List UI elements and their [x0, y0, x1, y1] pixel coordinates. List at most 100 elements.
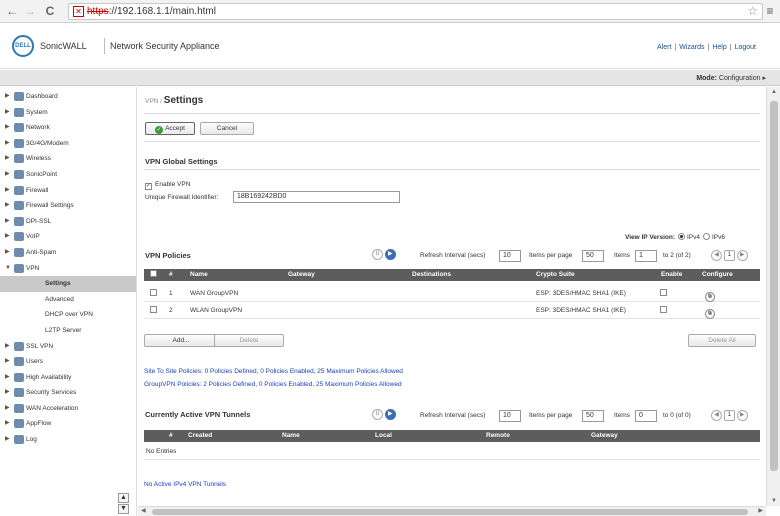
pause-icon[interactable]: II	[372, 249, 383, 260]
row-enable-checkbox[interactable]	[660, 306, 667, 313]
reload-icon[interactable]: C	[42, 3, 58, 19]
sidebar-item-network[interactable]: ▶ Network	[0, 120, 136, 136]
ipv6-radio[interactable]	[703, 233, 710, 240]
bookmark-star-icon[interactable]: ☆	[747, 4, 758, 18]
sidebar-subitem-settings[interactable]: Settings	[0, 276, 136, 292]
enable-vpn-checkbox[interactable]: ✓	[145, 183, 152, 190]
sidebar-item-wan-acceleration[interactable]: ▶ WAN Acceleration	[0, 401, 136, 417]
tunnels-items-input[interactable]: 0	[635, 410, 657, 422]
sidebar-subitem-advanced[interactable]: Advanced	[0, 292, 136, 308]
cancel-button[interactable]: Cancel	[200, 122, 254, 135]
page-number[interactable]: 1	[723, 410, 735, 421]
sidebar-item-system[interactable]: ▶ System	[0, 105, 136, 121]
mode-toggle[interactable]: Mode: Configuration ▸	[696, 74, 766, 82]
expand-arrow-icon[interactable]: ▶	[5, 370, 10, 385]
expand-arrow-icon[interactable]: ▶	[5, 401, 10, 416]
col-local[interactable]: Local	[375, 432, 392, 439]
collapse-arrow-icon[interactable]: ▼	[5, 261, 11, 276]
wizards-link[interactable]: Wizards	[679, 44, 704, 51]
sidebar-item-sonicpoint[interactable]: ▶ SonicPoint	[0, 167, 136, 183]
expand-arrow-icon[interactable]: ▶	[5, 120, 10, 135]
expand-arrow-icon[interactable]: ▶	[5, 416, 10, 431]
sidebar-item-voip[interactable]: ▶ VoIP	[0, 229, 136, 245]
col-destinations[interactable]: Destinations	[412, 271, 451, 278]
scroll-right-icon[interactable]: ▶	[758, 507, 763, 514]
sidebar-item-vpn[interactable]: ▼ VPN	[0, 261, 136, 277]
prev-page-icon[interactable]: ◀	[711, 410, 722, 421]
expand-arrow-icon[interactable]: ▶	[5, 151, 10, 166]
scroll-up-icon[interactable]: ▲	[118, 493, 129, 503]
col-gateway[interactable]: Gateway	[288, 271, 315, 278]
sidebar-item-wireless[interactable]: ▶ Wireless	[0, 151, 136, 167]
pause-icon[interactable]: II	[372, 409, 383, 420]
sidebar-item-appflow[interactable]: ▶ AppFlow	[0, 416, 136, 432]
page-number[interactable]: 1	[723, 250, 735, 261]
scroll-down-icon[interactable]: ▼	[771, 498, 777, 504]
back-icon[interactable]: ←	[4, 3, 20, 19]
delete-button[interactable]: Delete	[214, 334, 284, 347]
sidebar-item-firewall-settings[interactable]: ▶ Firewall Settings	[0, 198, 136, 214]
scroll-down-icon[interactable]: ▼	[118, 504, 129, 514]
export-icon[interactable]: ⇩	[705, 292, 715, 302]
expand-arrow-icon[interactable]: ▶	[5, 89, 10, 104]
sidebar-item-high-availability[interactable]: ▶ High Availability	[0, 370, 136, 386]
sidebar-item-dpi-ssl[interactable]: ▶ DPI-SSL	[0, 214, 136, 230]
row-enable-checkbox[interactable]	[660, 289, 667, 296]
sidebar-item-modem[interactable]: ▶ 3G/4G/Modem	[0, 136, 136, 152]
export-icon[interactable]: ⇩	[705, 309, 715, 319]
col-crypto-suite[interactable]: Crypto Suite	[536, 271, 575, 278]
add-button[interactable]: Add...	[144, 334, 218, 347]
row-select-checkbox[interactable]	[150, 289, 157, 296]
refresh-interval-input[interactable]: 10	[499, 250, 521, 262]
ipv4-radio[interactable]	[677, 233, 685, 240]
sidebar-subitem-l2tp-server[interactable]: L2TP Server	[0, 323, 136, 339]
items-start-input[interactable]: 1	[635, 250, 657, 262]
sidebar-item-users[interactable]: ▶ Users	[0, 354, 136, 370]
uid-input[interactable]: 18B169242BD0	[233, 191, 400, 203]
play-icon[interactable]: ▶	[384, 409, 396, 420]
sidebar-item-firewall[interactable]: ▶ Firewall	[0, 183, 136, 199]
scroll-up-icon[interactable]: ▲	[771, 89, 777, 95]
scroll-thumb[interactable]	[770, 101, 778, 471]
address-bar[interactable]: ✕ https://192.168.1.1/main.html ☆	[68, 3, 763, 20]
row-select-checkbox[interactable]	[150, 306, 157, 313]
col-name[interactable]: Name	[282, 432, 300, 439]
url-text[interactable]: https://192.168.1.1/main.html	[87, 6, 216, 17]
expand-arrow-icon[interactable]: ▶	[5, 229, 10, 244]
sidebar-item-log[interactable]: ▶ Log	[0, 432, 136, 448]
next-page-icon[interactable]: ▶	[736, 250, 748, 261]
delete-all-button[interactable]: Delete All	[688, 334, 756, 347]
tunnels-refresh-input[interactable]: 10	[499, 410, 521, 422]
expand-arrow-icon[interactable]: ▶	[5, 136, 10, 151]
sidebar-item-ssl-vpn[interactable]: ▶ SSL VPN	[0, 339, 136, 355]
sidebar-item-anti-spam[interactable]: ▶ Anti-Spam	[0, 245, 136, 261]
expand-arrow-icon[interactable]: ▶	[5, 183, 10, 198]
expand-arrow-icon[interactable]: ▶	[5, 354, 10, 369]
accept-button[interactable]: ✓ Accept	[145, 122, 195, 135]
expand-arrow-icon[interactable]: ▶	[5, 167, 10, 182]
alert-link[interactable]: Alert	[657, 44, 671, 51]
expand-arrow-icon[interactable]: ▶	[5, 105, 10, 120]
items-per-page-input[interactable]: 50	[582, 250, 604, 262]
tunnels-ipp-input[interactable]: 50	[582, 410, 604, 422]
col-name[interactable]: Name	[190, 271, 208, 278]
main-horizontal-scrollbar[interactable]: ◀ ▶	[138, 506, 766, 516]
expand-arrow-icon[interactable]: ▶	[5, 214, 10, 229]
sidebar-item-dashboard[interactable]: ▶ Dashboard	[0, 89, 136, 105]
expand-arrow-icon[interactable]: ▶	[5, 432, 10, 447]
expand-arrow-icon[interactable]: ▶	[5, 339, 10, 354]
sidebar-subitem-dhcp-over-vpn[interactable]: DHCP over VPN	[0, 307, 136, 323]
insecure-lock-icon[interactable]: ✕	[73, 6, 84, 17]
scroll-thumb[interactable]	[152, 509, 748, 515]
expand-arrow-icon[interactable]: ▶	[5, 245, 10, 260]
browser-menu-icon[interactable]: ≡	[763, 3, 777, 19]
expand-arrow-icon[interactable]: ▶	[5, 385, 10, 400]
scroll-left-icon[interactable]: ◀	[141, 507, 146, 514]
next-page-icon[interactable]: ▶	[736, 410, 748, 421]
col-remote[interactable]: Remote	[486, 432, 510, 439]
play-icon[interactable]: ▶	[384, 249, 396, 260]
select-all-checkbox[interactable]	[150, 270, 157, 277]
expand-arrow-icon[interactable]: ▶	[5, 198, 10, 213]
breadcrumb-parent[interactable]: VPN /	[145, 98, 162, 105]
main-vertical-scrollbar[interactable]: ▲ ▼	[766, 87, 780, 506]
